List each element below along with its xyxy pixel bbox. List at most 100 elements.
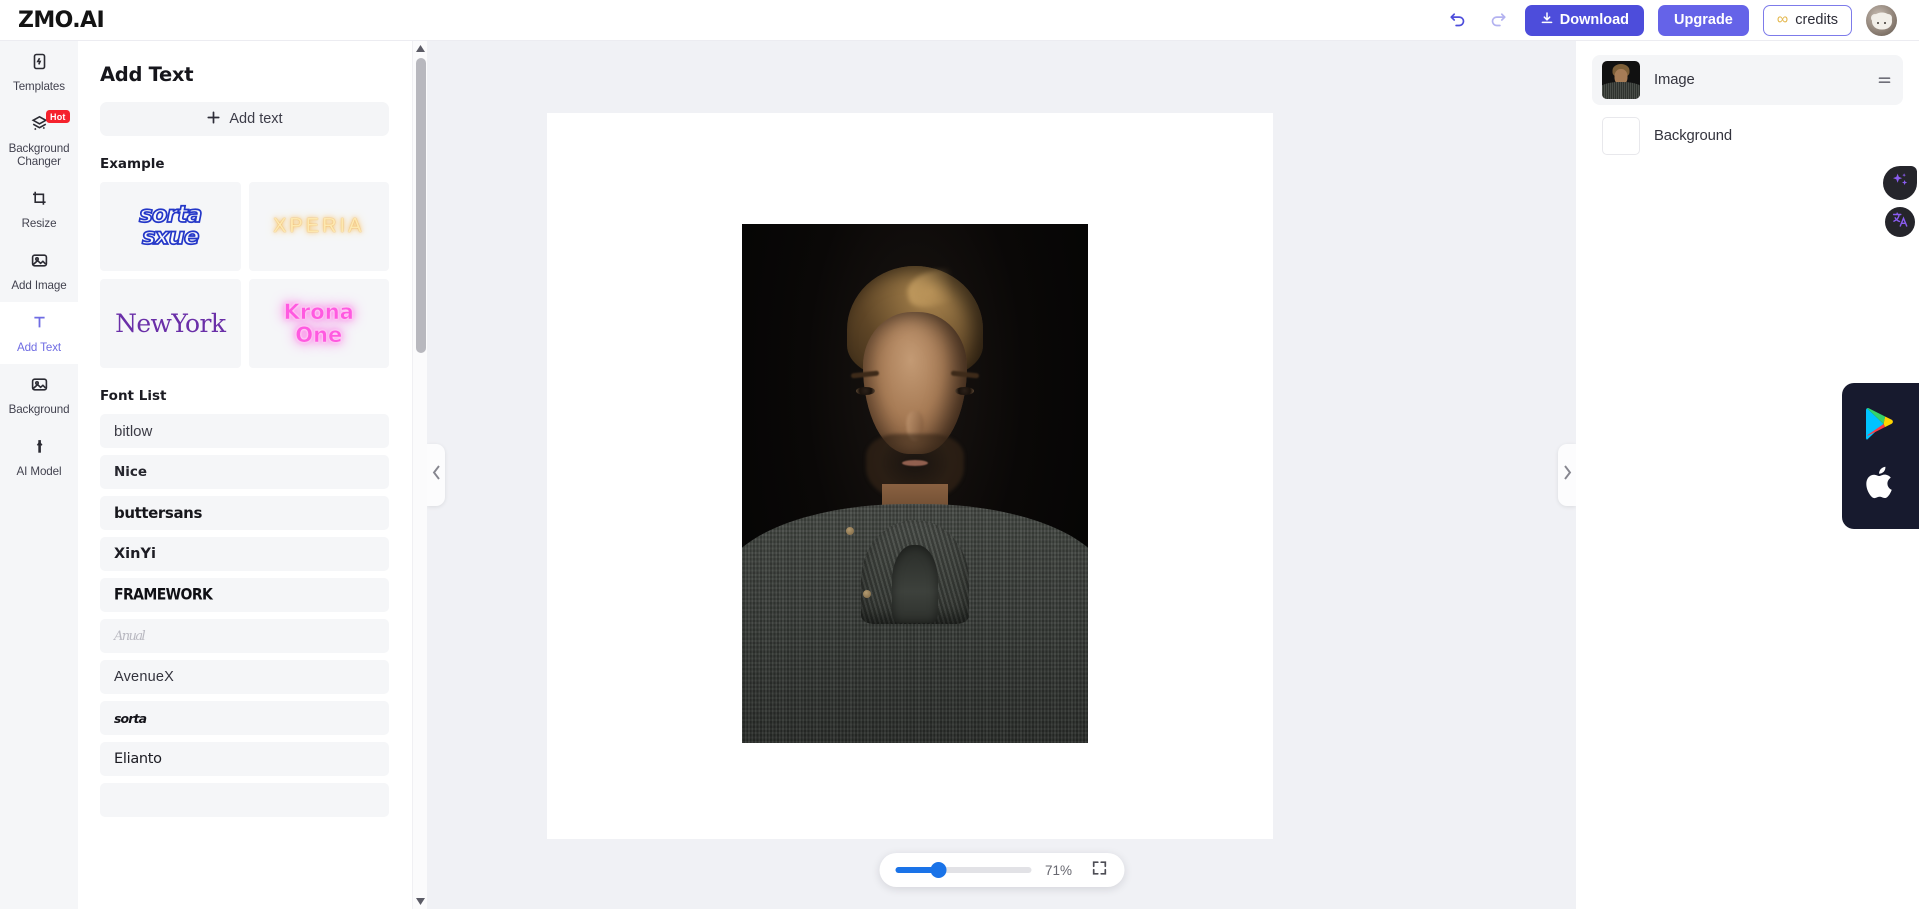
photo-mouth — [902, 459, 928, 466]
slider-thumb[interactable] — [930, 862, 947, 878]
artboard[interactable] — [547, 113, 1273, 839]
text-t-icon — [30, 313, 49, 337]
list-item[interactable]: AvenueX — [100, 660, 389, 694]
scrollbar-thumb[interactable] — [415, 58, 426, 353]
sidebar-item-ai-model[interactable]: AI Model — [0, 426, 78, 488]
undo-icon — [1448, 9, 1468, 32]
list-item[interactable]: buttersans — [100, 496, 389, 530]
top-toolbar: ZMO.AI Download Upgrade ∞ credits — [0, 0, 1919, 41]
redo-button[interactable] — [1485, 7, 1511, 33]
sidebar-item-label: Add Image — [11, 279, 67, 292]
list-item[interactable]: Elianto — [100, 742, 389, 776]
list-item[interactable]: XinYi — [100, 537, 389, 571]
list-item[interactable]: Nice — [100, 455, 389, 489]
scrollbar-track[interactable] — [414, 56, 426, 894]
font-name: Anual — [114, 628, 146, 644]
photo-button — [863, 589, 872, 598]
caret-up-icon — [415, 45, 425, 52]
toolbar-actions: Download Upgrade ∞ credits — [1445, 4, 1897, 36]
google-play-icon — [1864, 406, 1898, 447]
sidebar-item-add-image[interactable]: Add Image — [0, 240, 78, 302]
chevron-left-icon — [432, 465, 441, 485]
fit-to-screen-button[interactable] — [1091, 860, 1108, 879]
app-logo[interactable]: ZMO.AI — [18, 8, 105, 33]
undo-button[interactable] — [1445, 7, 1471, 33]
upgrade-button[interactable]: Upgrade — [1658, 4, 1749, 36]
credits-label: credits — [1795, 12, 1838, 28]
sidebar-item-label: Templates — [13, 80, 65, 93]
download-icon — [1540, 11, 1554, 29]
sidebar-item-templates[interactable]: Templates — [0, 41, 78, 103]
chevron-right-icon — [1563, 465, 1572, 485]
font-name: Nice — [114, 464, 148, 480]
panel-scrollbar[interactable] — [412, 41, 427, 909]
sidebar-item-label: AI Model — [16, 465, 62, 478]
example-card-xperia[interactable]: XPERIA — [248, 182, 389, 271]
photo-eye — [954, 386, 974, 395]
drag-handle-icon[interactable] — [1875, 71, 1893, 89]
page-title: Add Text — [100, 63, 194, 86]
translate-icon — [1891, 210, 1910, 234]
font-list: bitlow Nice buttersans XinYi FRAMEWORK A… — [100, 414, 389, 840]
example-heading: Example — [100, 156, 165, 172]
font-list-heading: Font List — [100, 388, 167, 404]
example-preview-text: sorta sxue — [138, 201, 203, 250]
example-grid: sorta sxue XPERIA NewYork Krona One — [100, 182, 389, 368]
app-download-panel — [1842, 383, 1919, 529]
zoom-level-label: 71% — [1045, 862, 1073, 878]
font-name: buttersans — [114, 504, 202, 522]
white-thumbnail — [1602, 117, 1640, 155]
example-card-krona-one[interactable]: Krona One — [248, 279, 389, 368]
scroll-down-button[interactable] — [413, 894, 427, 909]
example-card-newyork[interactable]: NewYork — [100, 279, 241, 368]
sidebar-item-label: Add Text — [16, 341, 62, 354]
crop-icon — [30, 189, 49, 213]
canvas-stage[interactable]: 71% — [427, 41, 1576, 909]
layer-name: Image — [1654, 72, 1695, 88]
collapse-right-panel-button[interactable] — [1558, 444, 1576, 506]
credits-button[interactable]: ∞ credits — [1762, 4, 1852, 36]
avatar[interactable] — [1866, 4, 1897, 36]
list-item[interactable] — [100, 783, 389, 817]
example-preview-text: NewYork — [115, 309, 226, 338]
layer-name: Background — [1654, 128, 1732, 144]
font-name: AvenueX — [114, 669, 174, 685]
google-play-badge[interactable] — [1864, 406, 1898, 447]
sidebar-item-background[interactable]: Background — [0, 364, 78, 426]
example-preview-text: XPERIA — [273, 215, 365, 237]
image-layer-photo[interactable] — [742, 224, 1088, 743]
zoom-controls: 71% — [879, 853, 1124, 887]
hot-badge: Hot — [46, 110, 70, 123]
photo-eye — [856, 386, 876, 395]
font-name: Elianto — [114, 751, 162, 767]
list-item[interactable]: Anual — [100, 619, 389, 653]
list-item[interactable]: sorta — [100, 701, 389, 735]
avatar-decor — [1871, 12, 1892, 30]
caret-down-icon — [415, 898, 425, 905]
ai-sparkle-button[interactable] — [1883, 166, 1917, 200]
list-item[interactable]: bitlow — [100, 414, 389, 448]
example-card-sorta[interactable]: sorta sxue — [100, 182, 241, 271]
translate-button[interactable] — [1885, 207, 1915, 237]
layer-row-image[interactable]: Image — [1592, 55, 1903, 105]
sidebar-item-add-text[interactable]: Add Text — [0, 302, 78, 364]
list-item[interactable]: FRAMEWORK — [100, 578, 389, 612]
panel-scroll-content: Add Text Add text Example sorta sxue XPE… — [78, 41, 411, 909]
sidebar-item-label: Resize — [21, 217, 57, 230]
add-text-button[interactable]: Add text — [100, 102, 389, 136]
sidebar-item-label: Background — [8, 403, 70, 416]
apple-badge[interactable] — [1865, 464, 1897, 507]
zoom-slider[interactable] — [895, 862, 1031, 878]
layer-row-background[interactable]: Background — [1592, 111, 1903, 161]
sidebar-item-background-changer[interactable]: Hot Background Changer — [0, 103, 78, 178]
download-button[interactable]: Download — [1524, 4, 1645, 36]
add-text-panel: Add Text Add text Example sorta sxue XPE… — [78, 41, 427, 909]
font-name: sorta — [114, 710, 147, 726]
scroll-up-button[interactable] — [413, 41, 427, 56]
image-icon — [30, 251, 49, 275]
infinity-icon: ∞ — [1776, 11, 1789, 28]
collapse-left-panel-button[interactable] — [427, 444, 445, 506]
left-sidebar: Templates Hot Background Changer Resize … — [0, 41, 78, 909]
sidebar-item-resize[interactable]: Resize — [0, 178, 78, 240]
sparkle-ai-icon — [1890, 170, 1911, 196]
